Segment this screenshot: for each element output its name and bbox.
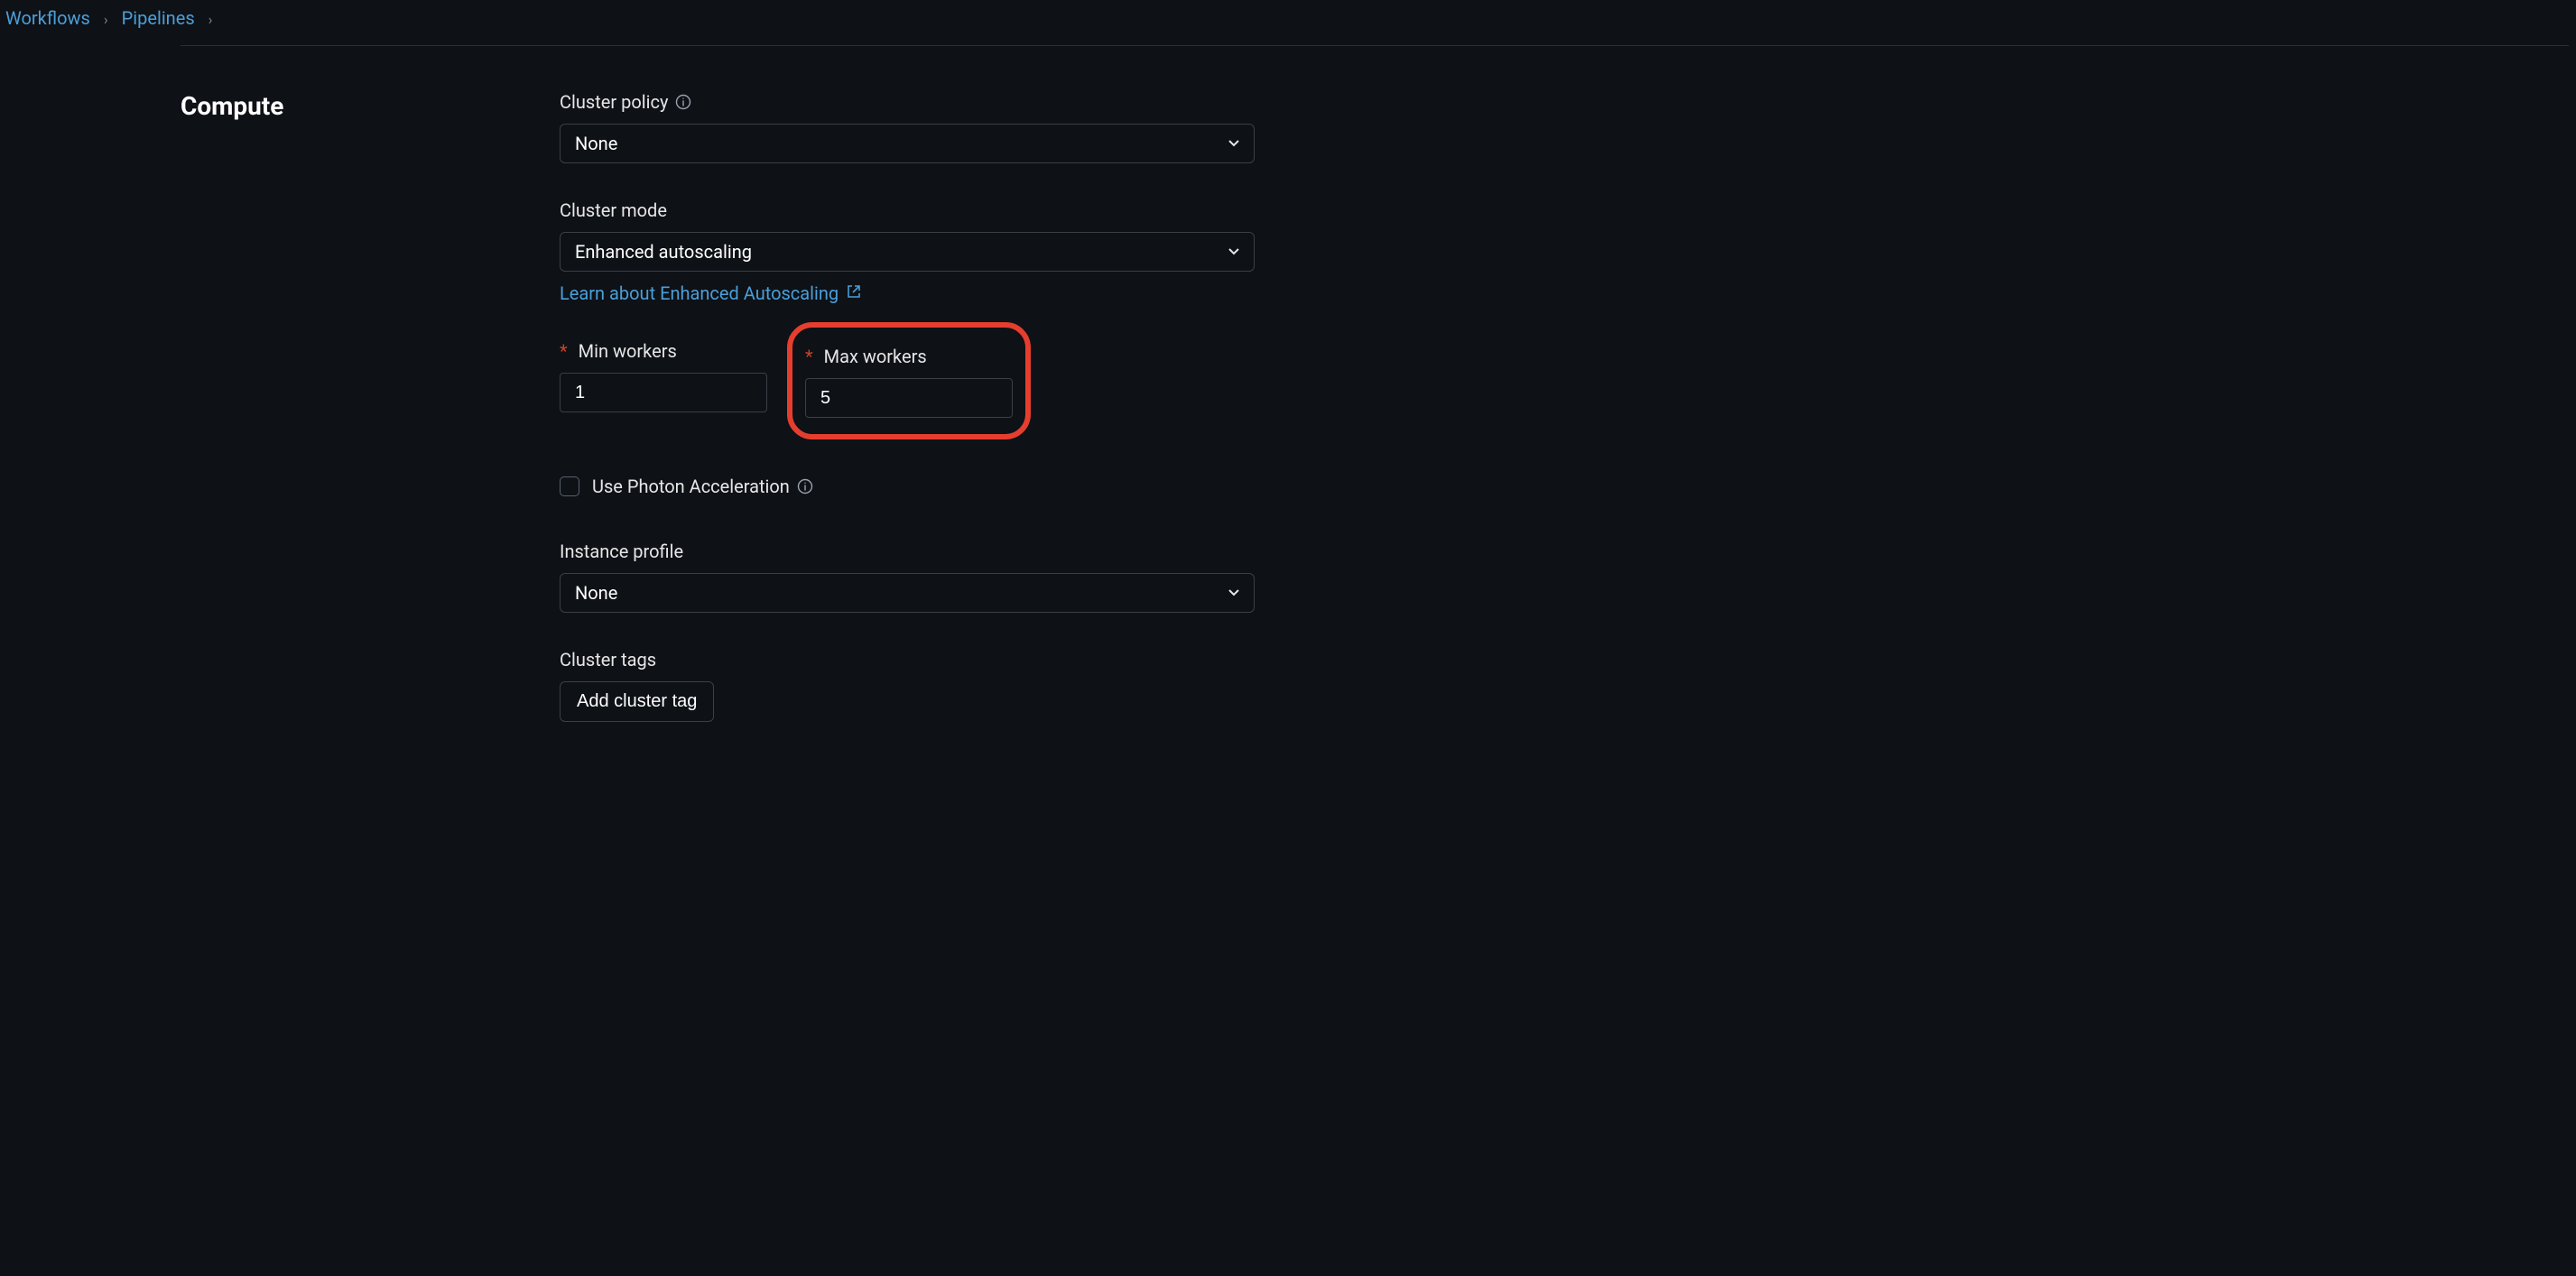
max-workers-input[interactable] [805,378,1013,418]
cluster-mode-field: Cluster mode Enhanced autoscaling Learn … [560,199,1255,304]
section-title: Compute [181,91,560,121]
cluster-policy-select[interactable]: None [560,124,1255,163]
section-sidebar: Compute [181,91,560,758]
chevron-down-icon [1227,133,1241,154]
min-workers-field: * Min workers [560,340,767,439]
cluster-mode-label: Cluster mode [560,199,667,221]
required-mark: * [805,346,813,367]
enhanced-autoscaling-link[interactable]: Learn about Enhanced Autoscaling [560,282,862,304]
content-area: Compute Cluster policy None [181,45,2569,758]
form-area: Cluster policy None Cluster mode [560,91,1255,758]
instance-profile-field: Instance profile None [560,541,1255,613]
cluster-tags-label: Cluster tags [560,649,656,670]
external-link-icon [846,282,862,304]
photon-field: Use Photon Acceleration [560,476,1255,497]
photon-label: Use Photon Acceleration [592,476,790,497]
add-cluster-tag-button[interactable]: Add cluster tag [560,681,714,722]
cluster-mode-value: Enhanced autoscaling [575,241,752,263]
instance-profile-select[interactable]: None [560,573,1255,613]
cluster-mode-select[interactable]: Enhanced autoscaling [560,232,1255,272]
cluster-policy-value: None [575,133,617,154]
cluster-tags-field: Cluster tags Add cluster tag [560,649,1255,722]
instance-profile-label: Instance profile [560,541,683,562]
chevron-right-icon: › [208,11,213,28]
cluster-policy-label: Cluster policy [560,91,668,113]
instance-profile-value: None [575,582,617,604]
breadcrumb: Workflows › Pipelines › [0,0,2576,45]
breadcrumb-workflows[interactable]: Workflows [5,7,90,29]
chevron-down-icon [1227,582,1241,604]
info-icon[interactable] [675,94,691,110]
info-icon[interactable] [797,478,813,495]
chevron-down-icon [1227,241,1241,263]
cluster-policy-field: Cluster policy None [560,91,1255,163]
max-workers-highlight: * Max workers [787,322,1031,439]
min-workers-input[interactable] [560,373,767,412]
photon-checkbox[interactable] [560,476,579,496]
workers-row: * Min workers * Max workers [560,340,1255,439]
required-mark: * [560,340,568,362]
max-workers-label: Max workers [824,346,927,367]
min-workers-label: Min workers [579,340,677,362]
max-workers-field: * Max workers [805,340,1013,418]
chevron-right-icon: › [104,11,108,28]
link-text: Learn about Enhanced Autoscaling [560,282,839,304]
breadcrumb-pipelines[interactable]: Pipelines [122,7,195,29]
